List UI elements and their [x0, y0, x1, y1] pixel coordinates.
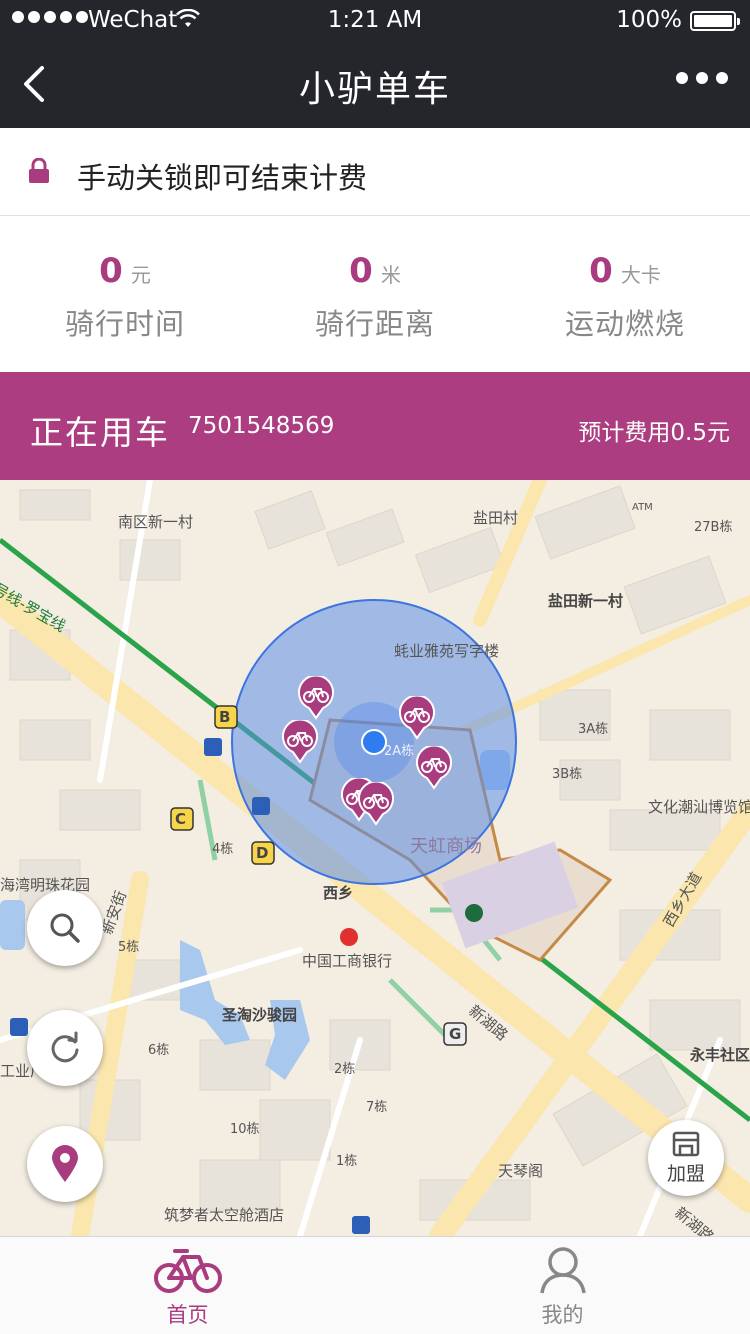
top-bar: WeChat 1:21 AM 100% 小驴单车 — [0, 0, 750, 128]
locate-button[interactable] — [27, 1126, 103, 1202]
map-label: 10栋 — [230, 1122, 260, 1137]
join-label: 加盟 — [666, 1162, 705, 1185]
map-view[interactable]: B C D G 南区新一村 盐田村 ATM 27B栋 盐田新一村 蚝业雅苑写字楼… — [0, 480, 750, 1236]
tab-label: 我的 — [541, 1303, 584, 1327]
refresh-button[interactable] — [27, 1010, 103, 1086]
map-label: 南区新一村 — [118, 513, 194, 531]
stat-ride-distance: 0米 骑行距离 — [250, 217, 500, 372]
map-label: 2栋 — [334, 1062, 356, 1077]
bike-marker[interactable] — [281, 720, 319, 764]
metro-exit-b: B — [219, 708, 231, 726]
stat-unit: 米 — [380, 263, 401, 287]
map-label: 盐田村 — [473, 509, 519, 527]
stat-calories: 0 大卡 运动燃烧 — [500, 217, 750, 372]
map-label: ATM — [632, 502, 653, 513]
metro-exit-c: C — [175, 810, 187, 828]
lock-icon — [29, 158, 49, 183]
location-pin-icon — [52, 1145, 78, 1182]
stat-value: 0 — [99, 251, 123, 291]
bike-marker[interactable] — [415, 746, 453, 790]
map-label: 7栋 — [366, 1100, 388, 1115]
battery-icon — [690, 11, 740, 31]
ride-stats: 0元 骑行时间 0米 骑行距离 0 大卡 运动燃烧 — [0, 217, 750, 372]
metro-exit-g: G — [449, 1025, 462, 1043]
map-label: 天虹商场 — [410, 836, 482, 857]
stat-label: 骑行距离 — [314, 307, 435, 341]
page-title: 小驴单车 — [298, 69, 451, 110]
map-label: 永丰社区 — [690, 1046, 750, 1064]
map-label: 6栋 — [148, 1043, 170, 1058]
map-label: 盐田新一村 — [548, 592, 624, 610]
metro-exit-d: D — [256, 844, 269, 862]
stat-label: 骑行时间 — [64, 307, 185, 341]
tab-label: 首页 — [166, 1303, 209, 1327]
lock-notice: 手动关锁即可结束计费 — [0, 128, 750, 216]
map-label: 1栋 — [336, 1154, 358, 1169]
map-label: 西乡 — [323, 884, 354, 902]
map-label: 4栋 — [212, 842, 234, 857]
notice-text: 手动关锁即可结束计费 — [77, 161, 368, 195]
tab-profile[interactable]: 我的 — [375, 1237, 750, 1334]
stat-value: 0 — [349, 251, 373, 291]
map-label: 蚝业雅苑写字楼 — [394, 642, 500, 660]
map-label: 文化潮汕博览馆 — [648, 798, 750, 816]
stat-ride-time: 0元 骑行时间 — [0, 217, 250, 372]
shop-icon — [672, 1131, 700, 1156]
map-label: 27B栋 — [694, 520, 733, 535]
map-label: 3B栋 — [552, 767, 583, 782]
bike-marker[interactable] — [297, 676, 335, 720]
search-button[interactable] — [27, 890, 103, 966]
map-label: 圣淘沙骏园 — [222, 1006, 298, 1024]
bike-marker[interactable] — [398, 696, 436, 740]
map-label: 筑梦者太空舱酒店 — [164, 1206, 285, 1224]
status-bar: WeChat 1:21 AM 100% — [0, 0, 750, 40]
join-button[interactable]: 加盟 — [648, 1120, 724, 1196]
riding-status: 正在用车 — [30, 413, 170, 452]
person-icon — [539, 1247, 586, 1294]
bike-icon — [153, 1249, 222, 1293]
stat-value: 0 — [589, 251, 613, 291]
stat-label: 运动燃烧 — [564, 307, 685, 341]
map-label: 5栋 — [118, 940, 140, 955]
search-icon — [50, 913, 80, 943]
map-base — [0, 480, 750, 1236]
tab-bar: 首页 我的 — [0, 1236, 750, 1334]
tab-home[interactable]: 首页 — [0, 1237, 375, 1334]
bike-marker[interactable] — [357, 782, 395, 826]
refresh-icon — [51, 1031, 79, 1063]
stat-unit: 元 — [130, 263, 151, 287]
map-label: 3A栋 — [578, 722, 609, 737]
bike-id: 7501548569 — [188, 413, 335, 439]
map-label: 2A栋 — [384, 744, 415, 759]
riding-banner: 正在用车 7501548569 预计费用0.5元 — [0, 372, 750, 480]
stat-unit: 大卡 — [620, 263, 661, 287]
more-dots-icon[interactable] — [676, 72, 728, 84]
map-label: 中国工商银行 — [302, 952, 393, 970]
estimated-fee: 预计费用0.5元 — [578, 420, 730, 446]
map-label: 天琴阁 — [498, 1162, 544, 1180]
battery-percent: 100% — [616, 7, 682, 33]
